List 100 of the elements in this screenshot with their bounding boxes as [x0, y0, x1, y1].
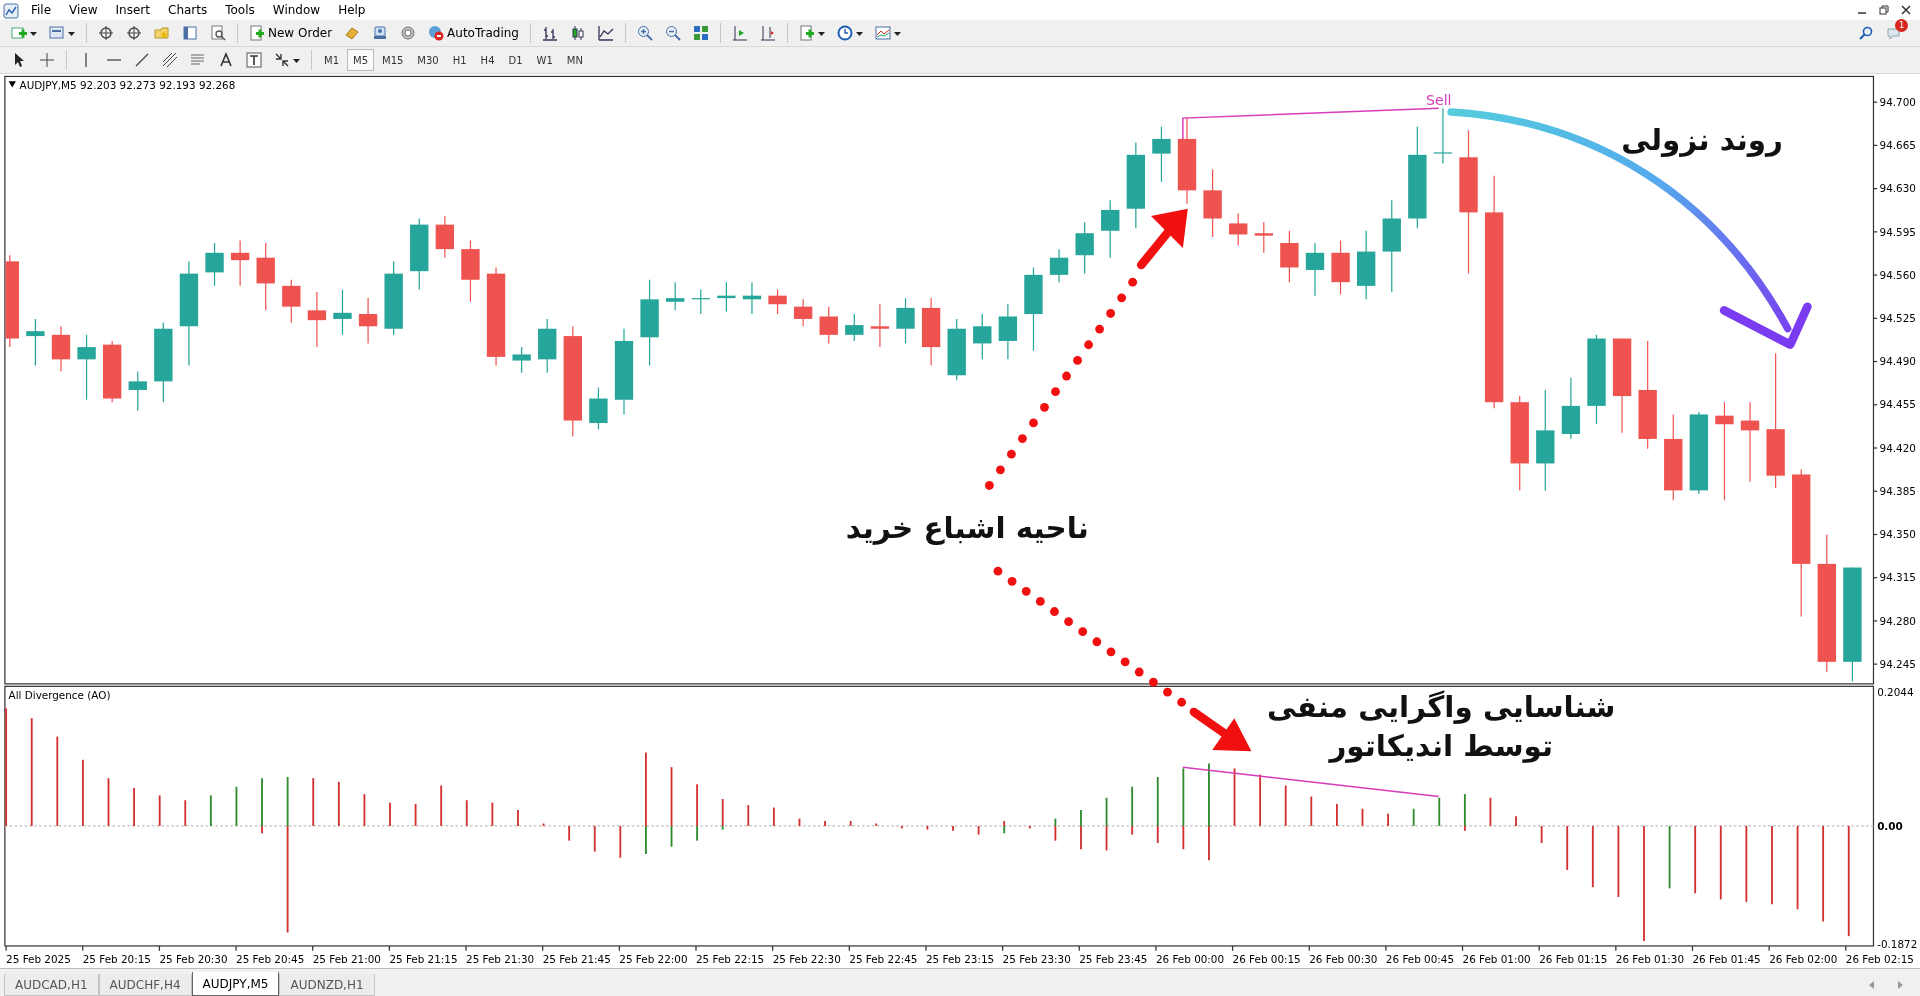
axis-label: 94.280	[1879, 614, 1916, 627]
axis-label: 26 Feb 00:30	[1309, 953, 1378, 966]
axis-label: 94.455	[1879, 398, 1916, 411]
autoscroll-icon[interactable]	[732, 25, 748, 41]
timeframe-button[interactable]: H4	[474, 49, 501, 71]
folder-star-icon[interactable]	[154, 25, 170, 41]
trendline-icon[interactable]	[134, 52, 150, 68]
axis-label: 25 Feb 20:45	[236, 953, 305, 966]
market-watch-icon[interactable]	[98, 25, 114, 41]
signal-label: Sell	[1426, 91, 1452, 108]
text-label-icon[interactable]	[246, 52, 262, 68]
timeframe-button[interactable]: MN	[560, 49, 589, 71]
menu-item[interactable]: File	[22, 1, 61, 19]
candle	[26, 318, 45, 367]
candlestick-icon[interactable]	[570, 25, 586, 41]
axis-label: 25 Feb 22:00	[619, 953, 688, 966]
axis-label: 94.525	[1879, 312, 1916, 324]
bar-chart-icon[interactable]	[542, 25, 558, 41]
timeframe-button[interactable]: M1	[318, 49, 345, 71]
candle	[896, 297, 915, 345]
timeframe-button[interactable]: W1	[530, 49, 559, 71]
menu-item[interactable]: View	[60, 1, 107, 19]
ingot-icon[interactable]	[344, 25, 361, 41]
candle	[512, 346, 531, 374]
panel-icon[interactable]	[182, 25, 198, 41]
ring-icon[interactable]	[400, 25, 417, 41]
menu-item[interactable]: Insert	[106, 1, 159, 19]
timeframe-button[interactable]: M5	[347, 49, 374, 71]
crosshair-icon[interactable]	[126, 25, 142, 41]
annotation-text: روند نزولی	[1621, 122, 1783, 157]
menu-item[interactable]: Tools	[216, 1, 264, 19]
window-icon[interactable]	[49, 25, 65, 41]
axis-label: 25 Feb 20:30	[159, 953, 228, 966]
candle	[845, 313, 864, 342]
candle	[870, 303, 890, 348]
axis-label: 25 Feb 21:00	[312, 953, 381, 966]
zoom-in-icon[interactable]	[637, 25, 653, 41]
magnifier-icon[interactable]	[210, 25, 226, 41]
timeframe-button[interactable]: H1	[446, 49, 473, 71]
zoom-out-icon[interactable]	[665, 25, 681, 41]
timeframe-button[interactable]: M30	[411, 49, 445, 71]
candle	[1101, 199, 1120, 259]
timeframe-button[interactable]: M15	[376, 49, 410, 71]
app-icon[interactable]	[3, 2, 19, 19]
menu-item[interactable]: Window	[263, 1, 330, 19]
document-plus-icon[interactable]	[249, 25, 265, 41]
candle	[717, 281, 736, 313]
channel-icon[interactable]	[162, 52, 178, 68]
restore-icon[interactable]	[1876, 2, 1892, 18]
candle	[947, 318, 966, 381]
menu-item[interactable]: Charts	[159, 1, 217, 19]
chart-tab[interactable]: AUDJPY,M5	[191, 972, 280, 996]
candle	[51, 325, 71, 373]
candle	[358, 297, 378, 345]
timeframe-button[interactable]: D1	[502, 49, 529, 71]
axis-label: 25 Feb 22:45	[849, 953, 918, 966]
candle	[1075, 221, 1094, 275]
axis-label: 26 Feb 02:00	[1769, 953, 1838, 966]
candle	[1254, 221, 1273, 254]
template-icon[interactable]	[875, 25, 891, 41]
axis-label: 94.595	[1879, 225, 1916, 238]
candle	[1305, 242, 1325, 297]
autotrading-button[interactable]: AutoTrading	[423, 22, 524, 44]
chart-tab[interactable]: AUDCAD,H1	[4, 974, 99, 996]
arrow	[1189, 707, 1252, 752]
axis-label: 94.245	[1879, 657, 1916, 670]
arrow	[1136, 208, 1188, 270]
candle	[333, 288, 352, 336]
candle	[998, 303, 1018, 360]
axis-label: 26 Feb 01:30	[1615, 953, 1684, 966]
chart-tab[interactable]: AUDCHF,H4	[98, 974, 192, 996]
arrows-icon[interactable]	[274, 52, 290, 68]
axis-label: 94.420	[1879, 441, 1916, 454]
clock-icon[interactable]	[837, 25, 853, 41]
text-icon[interactable]	[218, 52, 234, 68]
person-icon[interactable]	[372, 25, 389, 41]
candle	[77, 334, 96, 401]
tile-icon[interactable]	[693, 25, 709, 41]
search-icon[interactable]	[1858, 25, 1874, 41]
line-chart-icon[interactable]	[598, 25, 614, 41]
chart-shift-icon[interactable]	[760, 25, 776, 41]
new-order-button[interactable]: New Order	[244, 22, 338, 44]
menu-item[interactable]: Help	[329, 1, 375, 19]
candle	[256, 242, 275, 311]
candle	[666, 281, 685, 311]
axis-label: 25 Feb 21:15	[389, 953, 458, 966]
axis-label: 0.00	[1877, 819, 1903, 832]
chart-tab[interactable]: AUDNZD,H1	[279, 974, 375, 996]
candle	[1203, 168, 1222, 238]
candle	[1561, 377, 1581, 440]
candle	[589, 386, 608, 430]
axis-label: 25 Feb 23:15	[925, 953, 995, 966]
candle	[1049, 248, 1069, 283]
candle	[819, 306, 838, 345]
axis-label: 25 Feb 20:15	[82, 953, 151, 966]
candle	[793, 298, 813, 327]
candle	[1152, 126, 1171, 183]
axis-label: 26 Feb 02:15	[1845, 953, 1914, 966]
stop-icon[interactable]	[428, 25, 445, 41]
candle	[538, 318, 557, 374]
